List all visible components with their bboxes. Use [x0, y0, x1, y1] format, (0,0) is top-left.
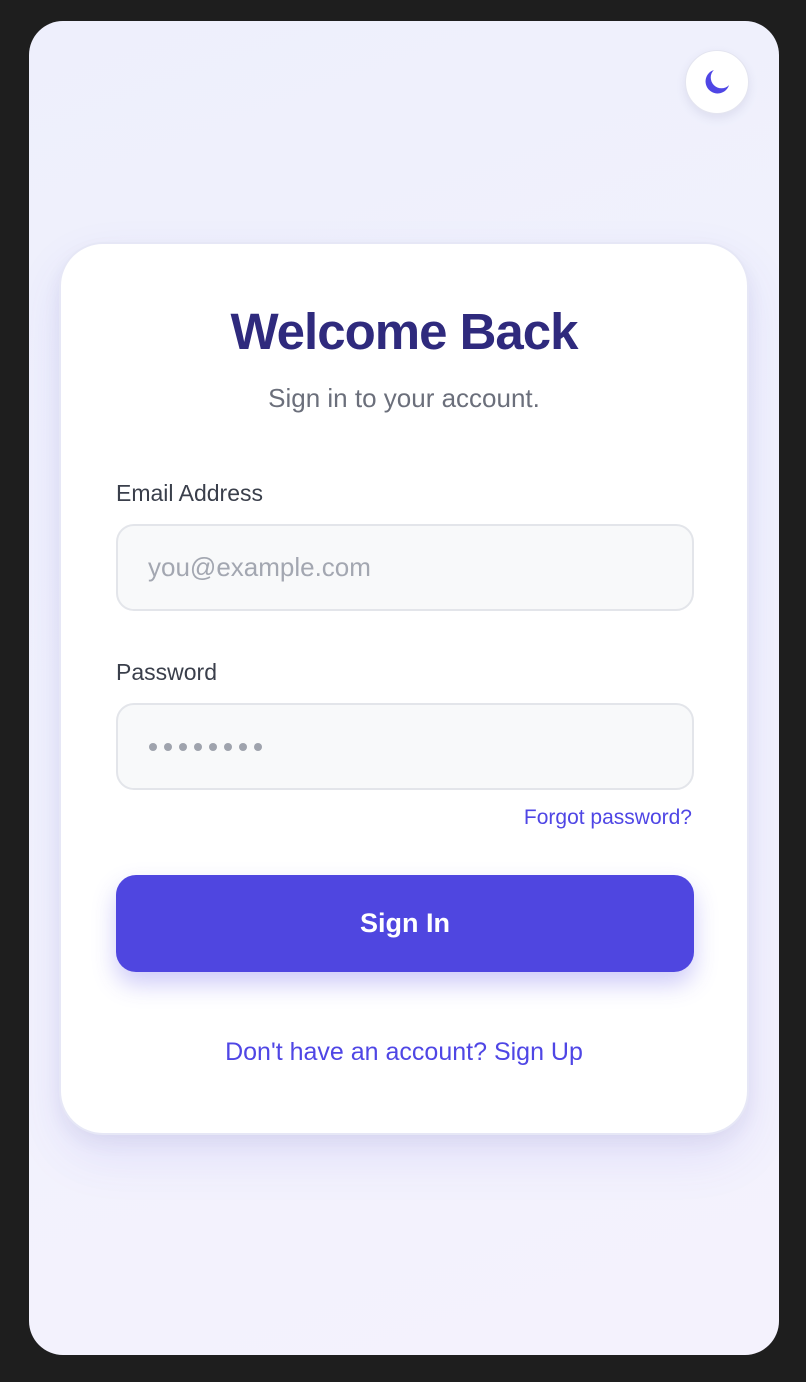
password-dot	[164, 742, 172, 751]
password-field[interactable]	[116, 703, 694, 790]
sign-in-button[interactable]: Sign In	[116, 875, 694, 972]
password-label: Password	[116, 659, 217, 685]
password-dot	[194, 742, 202, 751]
page-title: Welcome Back	[230, 303, 578, 360]
password-dot	[254, 742, 262, 751]
password-dot	[209, 742, 217, 751]
page-subtitle: Sign in to your account.	[268, 383, 540, 413]
app-window: Welcome Back Sign in to your account. Em…	[29, 21, 779, 1355]
password-dot	[179, 742, 187, 751]
email-label: Email Address	[116, 480, 264, 506]
password-mask	[149, 705, 262, 788]
password-dot	[224, 742, 232, 751]
password-dot	[149, 742, 157, 751]
theme-toggle-button[interactable]	[685, 50, 749, 114]
email-field[interactable]	[116, 524, 694, 611]
login-card: Welcome Back Sign in to your account. Em…	[59, 242, 749, 1135]
sign-up-link[interactable]: Don't have an account? Sign Up	[61, 1038, 747, 1067]
moon-icon	[705, 69, 730, 94]
password-dot	[239, 742, 247, 751]
forgot-password-link[interactable]: Forgot password?	[524, 806, 692, 830]
